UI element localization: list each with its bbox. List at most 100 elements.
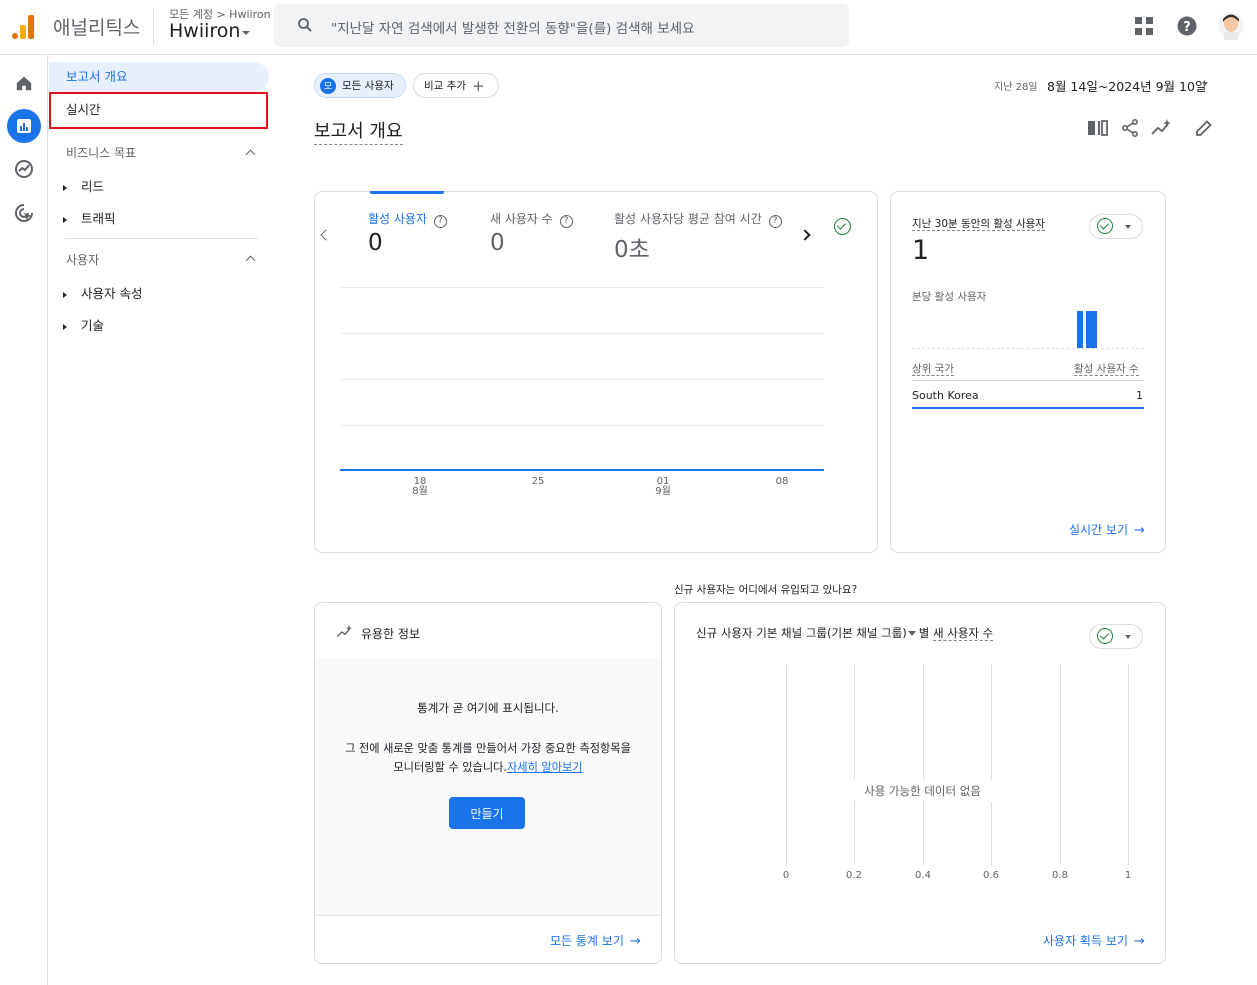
chart-gridline <box>1128 665 1129 865</box>
home-nav-button[interactable] <box>7 66 41 100</box>
caret-down-icon[interactable] <box>907 631 916 636</box>
divider <box>153 9 154 45</box>
chevron-up-icon[interactable] <box>245 255 256 266</box>
dimension-selector[interactable]: 신규 사용자 기본 채널 그룹(기본 채널 그룹) <box>696 626 907 640</box>
metric-label: 새 사용자 수 <box>933 626 994 641</box>
compare-columns-icon[interactable] <box>1088 120 1108 136</box>
apps-grid-icon[interactable] <box>1135 17 1153 35</box>
x-tick-label: 01 9월 <box>655 476 671 497</box>
x-axis-tick: 0.8 <box>1052 870 1068 881</box>
add-compare-chip[interactable]: 비교 추가 + <box>413 73 499 98</box>
help-circle-icon[interactable]: ? <box>433 215 447 228</box>
chart-gridline <box>340 379 824 380</box>
caret-down-icon <box>1125 635 1131 639</box>
nav-item-user-attributes-label: 사용자 속성 <box>81 286 143 301</box>
chart-gridline <box>340 425 824 426</box>
bar-chart-icon <box>17 119 31 133</box>
divider <box>912 380 1144 381</box>
arrow-right-icon: → <box>1133 934 1145 949</box>
svg-text:?: ? <box>1183 20 1191 35</box>
x-axis-tick: 1 <box>1124 870 1132 881</box>
realtime-compare-dropdown[interactable] <box>1089 214 1143 239</box>
caret-down-icon[interactable] <box>1202 82 1208 86</box>
nav-item-overview[interactable]: 보고서 개요 <box>49 62 269 92</box>
create-button[interactable]: 만들기 <box>449 797 525 829</box>
section-question: 신규 사용자는 어디에서 유입되고 있나요? <box>674 584 858 596</box>
chart-gridline <box>854 665 855 865</box>
date-range-selector[interactable]: 8월 14일~2024년 9월 10일 <box>1047 76 1206 95</box>
section-user[interactable]: 사용자 <box>66 251 99 268</box>
all-users-chip[interactable]: 모 모든 사용자 <box>314 73 406 98</box>
view-acquisition-link[interactable]: 사용자 획득 보기 → <box>1043 932 1145 949</box>
check-circle-icon[interactable] <box>834 218 851 235</box>
advertising-nav-button[interactable] <box>7 196 41 230</box>
date-preset-label: 지난 28일 <box>994 82 1038 93</box>
chip-badge: 모 <box>320 77 336 94</box>
analytics-logo[interactable] <box>12 13 36 39</box>
metric-tab-engagement-time[interactable]: 활성 사용자당 평균 참여 시간 ? <box>614 210 782 228</box>
caret-down-icon <box>1125 225 1131 229</box>
top-bar: 애널리틱스 모든 계정 > Hwiiron Hwiiron "지난달 자연 검색… <box>0 0 1257 55</box>
chip-label: 모든 사용자 <box>342 80 394 92</box>
share-icon[interactable] <box>1121 119 1139 137</box>
view-all-insights-link[interactable]: 모든 통계 보기 → <box>550 932 641 949</box>
chart-gridline <box>1060 665 1061 865</box>
x-tick-label: 18 8월 <box>412 476 428 497</box>
section-business-goals[interactable]: 비즈니스 목표 <box>66 144 136 161</box>
chevron-up-icon[interactable] <box>245 149 256 160</box>
account-selector[interactable]: Hwiiron <box>169 20 240 42</box>
nav-item-tech[interactable]: 기술 <box>63 315 104 334</box>
add-compare-label: 비교 추가 <box>424 80 466 92</box>
metric-tab-active-users[interactable]: 활성 사용자 ? <box>368 210 447 228</box>
insights-body-bg <box>315 658 661 915</box>
nav-item-user-attributes[interactable]: 사용자 속성 <box>63 283 142 302</box>
divider <box>315 915 661 916</box>
explore-nav-button[interactable] <box>7 152 41 186</box>
metrics-chart-card <box>314 191 878 553</box>
x-axis-tick: 0.6 <box>983 870 999 881</box>
row-bar <box>912 407 1144 409</box>
x-axis-tick: 0.4 <box>915 870 931 881</box>
sparkline-baseline <box>912 348 1144 349</box>
chart-gridline <box>786 665 787 865</box>
link-label: 사용자 획득 보기 <box>1043 934 1128 948</box>
per-minute-bar <box>1086 311 1097 348</box>
x-tick-label: 25 <box>531 476 545 487</box>
link-label: 실시간 보기 <box>1069 523 1129 537</box>
home-icon <box>16 76 32 91</box>
edit-pencil-icon[interactable] <box>1195 119 1213 137</box>
help-circle-icon[interactable]: ? <box>559 215 573 228</box>
explore-icon <box>15 160 33 178</box>
nav-item-lead[interactable]: 리드 <box>63 176 104 195</box>
x-tick-label: 08 <box>775 476 789 487</box>
metric-label: 활성 사용자 <box>368 212 428 226</box>
col-top-country: 상위 국가 <box>912 363 954 376</box>
insights-sparkle-icon[interactable] <box>1151 119 1173 137</box>
view-realtime-link[interactable]: 실시간 보기 → <box>1069 521 1145 538</box>
avatar[interactable] <box>1218 12 1244 40</box>
no-data-message: 사용 가능한 데이터 없음 <box>864 784 981 798</box>
report-side-nav: 보고서 개요 실시간 비즈니스 목표 리드 트래픽 사용자 사용자 속성 기술 <box>49 55 274 985</box>
search-icon <box>298 18 312 32</box>
help-circle-icon[interactable]: ? <box>768 215 782 228</box>
metric-value-active-users: 0 <box>368 230 383 256</box>
caret-down-icon[interactable] <box>242 31 250 35</box>
divider <box>66 238 258 239</box>
expand-triangle-icon <box>63 216 67 223</box>
nav-item-traffic[interactable]: 트래픽 <box>63 208 116 227</box>
reports-nav-button[interactable] <box>7 109 41 143</box>
learn-more-link[interactable]: 자세히 알아보기 <box>507 761 583 774</box>
left-rail <box>0 55 48 985</box>
acquisition-compare-dropdown[interactable] <box>1089 624 1143 649</box>
insights-body-line: 모니터링할 수 있습니다. <box>393 761 507 774</box>
search-placeholder: "지난달 자연 검색에서 발생한 전환의 동향"을(를) 검색해 보세요 <box>331 21 695 37</box>
arrow-right-icon: → <box>629 934 641 949</box>
insights-body: 그 전에 새로운 맞춤 통계를 만들어서 가장 중요한 측정항목을 모니터링할 … <box>314 739 662 777</box>
help-icon[interactable]: ? <box>1177 16 1197 36</box>
search-bar[interactable]: "지난달 자연 검색에서 발생한 전환의 동향"을(를) 검색해 보세요 <box>274 4 849 47</box>
realtime-title: 지난 30분 동안의 활성 사용자 <box>912 218 1045 231</box>
metric-value-new-users: 0 <box>490 230 505 256</box>
metric-tab-new-users[interactable]: 새 사용자 수 ? <box>490 210 573 228</box>
col-active-users: 활성 사용자 수 <box>1074 363 1139 376</box>
metric-label: 새 사용자 수 <box>490 212 553 226</box>
